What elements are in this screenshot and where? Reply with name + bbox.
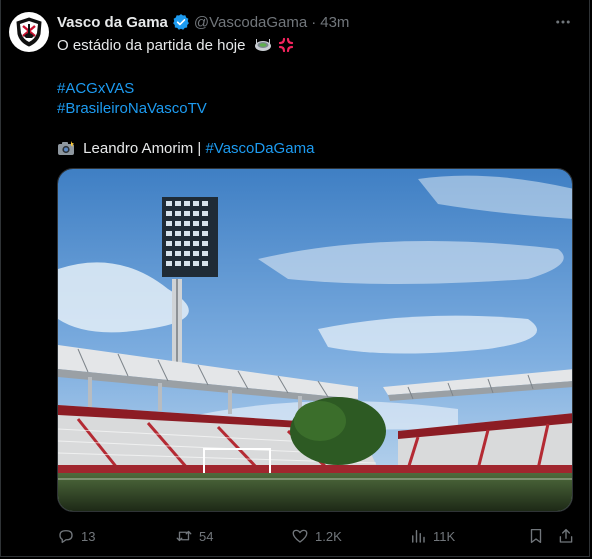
verified-badge-icon (172, 13, 190, 31)
reply-count: 13 (81, 528, 96, 544)
share-icon (559, 528, 573, 543)
text-line-1: O estádio da partida de hoje (57, 36, 567, 59)
author-name[interactable]: Vasco da Gama (57, 14, 168, 31)
tweet-actions: 13 54 1.2K 11K (57, 524, 577, 548)
camera-emoji-icon (57, 140, 75, 162)
stadium-emoji-icon (254, 37, 272, 59)
hashtag-brasileiro[interactable]: #BrasileiroNaVascoTV (57, 100, 207, 117)
more-icon[interactable] (553, 12, 573, 32)
separator-dot: · (311, 13, 317, 31)
photo-credit-line: Leandro Amorim | #VascoDaGama (57, 139, 567, 162)
tweet-text-main: O estádio da partida de hoje (57, 37, 246, 54)
like-icon (292, 529, 308, 543)
reply-button[interactable]: 13 (57, 527, 95, 545)
tweet-card[interactable]: Vasco da Gama @VascodaGama · 43m O estád… (0, 0, 590, 557)
views-button[interactable]: 11K (409, 527, 455, 545)
tweet-photo[interactable] (57, 168, 573, 512)
photo-credit-text: Leandro Amorim | (83, 140, 202, 157)
repost-count: 54 (199, 528, 214, 544)
timestamp[interactable]: 43m (320, 14, 349, 31)
tweet-header: Vasco da Gama @VascodaGama · 43m (57, 12, 349, 32)
repost-icon (176, 530, 192, 542)
tweet-text: O estádio da partida de hoje #ACGxVAS #B… (57, 36, 567, 162)
like-button[interactable]: 1.2K (291, 527, 342, 545)
like-count: 1.2K (315, 528, 342, 544)
hashtag-vascodagama[interactable]: #VascoDaGama (205, 140, 314, 157)
views-count: 11K (433, 528, 456, 544)
bookmark-button[interactable] (527, 527, 545, 545)
avatar[interactable] (9, 12, 49, 52)
hashtag-line-1: #ACGxVAS (57, 79, 567, 99)
anger-emoji-icon (278, 37, 294, 59)
views-icon (412, 530, 425, 543)
reply-icon (59, 530, 73, 544)
share-button[interactable] (557, 527, 575, 545)
vasco-crest-icon (16, 17, 42, 47)
author-handle[interactable]: @VascodaGama (194, 14, 307, 31)
repost-button[interactable]: 54 (175, 527, 213, 545)
hashtag-line-2: #BrasileiroNaVascoTV (57, 99, 567, 119)
hashtag-acgxvas[interactable]: #ACGxVAS (57, 80, 134, 97)
bookmark-icon (530, 528, 542, 544)
stadium-photo (58, 169, 572, 511)
